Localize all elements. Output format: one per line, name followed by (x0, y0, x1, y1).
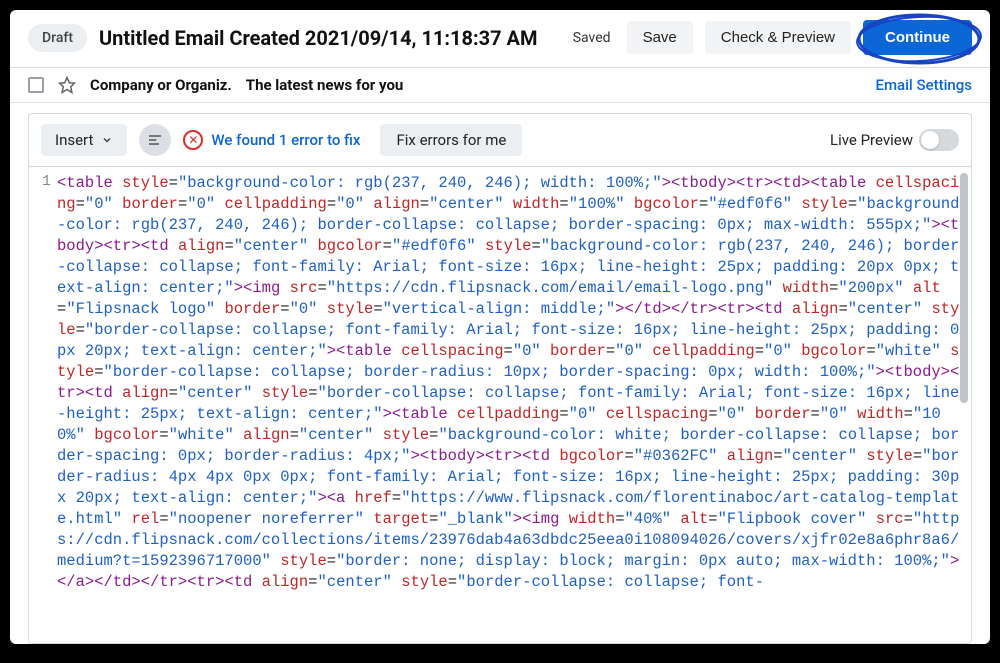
code-editor[interactable]: 1 <table style="background-color: rgb(23… (28, 166, 972, 644)
insert-dropdown[interactable]: Insert (41, 124, 127, 156)
error-icon: ✕ (183, 130, 203, 150)
saved-status: Saved (573, 30, 611, 46)
code-content[interactable]: <table style="background-color: rgb(237,… (57, 167, 971, 643)
line-gutter: 1 (29, 167, 57, 643)
subject-row: Company or Organiz. The latest news for … (10, 68, 990, 103)
insert-label: Insert (55, 131, 93, 149)
save-button[interactable]: Save (627, 21, 693, 54)
draft-badge: Draft (28, 24, 87, 52)
editor-wrap: Insert ✕ We found 1 error to fix Fix err… (10, 103, 990, 644)
live-preview-label: Live Preview (830, 131, 913, 149)
live-preview-toggle-group: Live Preview (830, 129, 959, 151)
error-text: We found 1 error to fix (211, 131, 360, 149)
align-left-icon[interactable] (139, 124, 171, 156)
fix-errors-button[interactable]: Fix errors for me (380, 124, 522, 156)
email-title[interactable]: Untitled Email Created 2021/09/14, 11:18… (99, 26, 561, 50)
error-indicator[interactable]: ✕ We found 1 error to fix (183, 130, 360, 150)
select-checkbox[interactable] (28, 77, 44, 93)
app-frame: Draft Untitled Email Created 2021/09/14,… (10, 10, 990, 644)
scrollbar[interactable] (960, 173, 968, 403)
subject-text: The latest news for you (246, 76, 404, 94)
star-icon[interactable] (58, 76, 76, 94)
check-preview-button[interactable]: Check & Preview (705, 21, 851, 54)
sender-label: Company or Organiz. (90, 76, 232, 94)
live-preview-toggle[interactable] (919, 129, 959, 151)
chevron-down-icon (101, 134, 113, 146)
editor-toolbar: Insert ✕ We found 1 error to fix Fix err… (28, 113, 972, 166)
header-bar: Draft Untitled Email Created 2021/09/14,… (10, 10, 990, 68)
continue-annotation-wrap: Continue (863, 20, 972, 55)
email-settings-link[interactable]: Email Settings (875, 76, 972, 94)
continue-button[interactable]: Continue (863, 20, 972, 55)
